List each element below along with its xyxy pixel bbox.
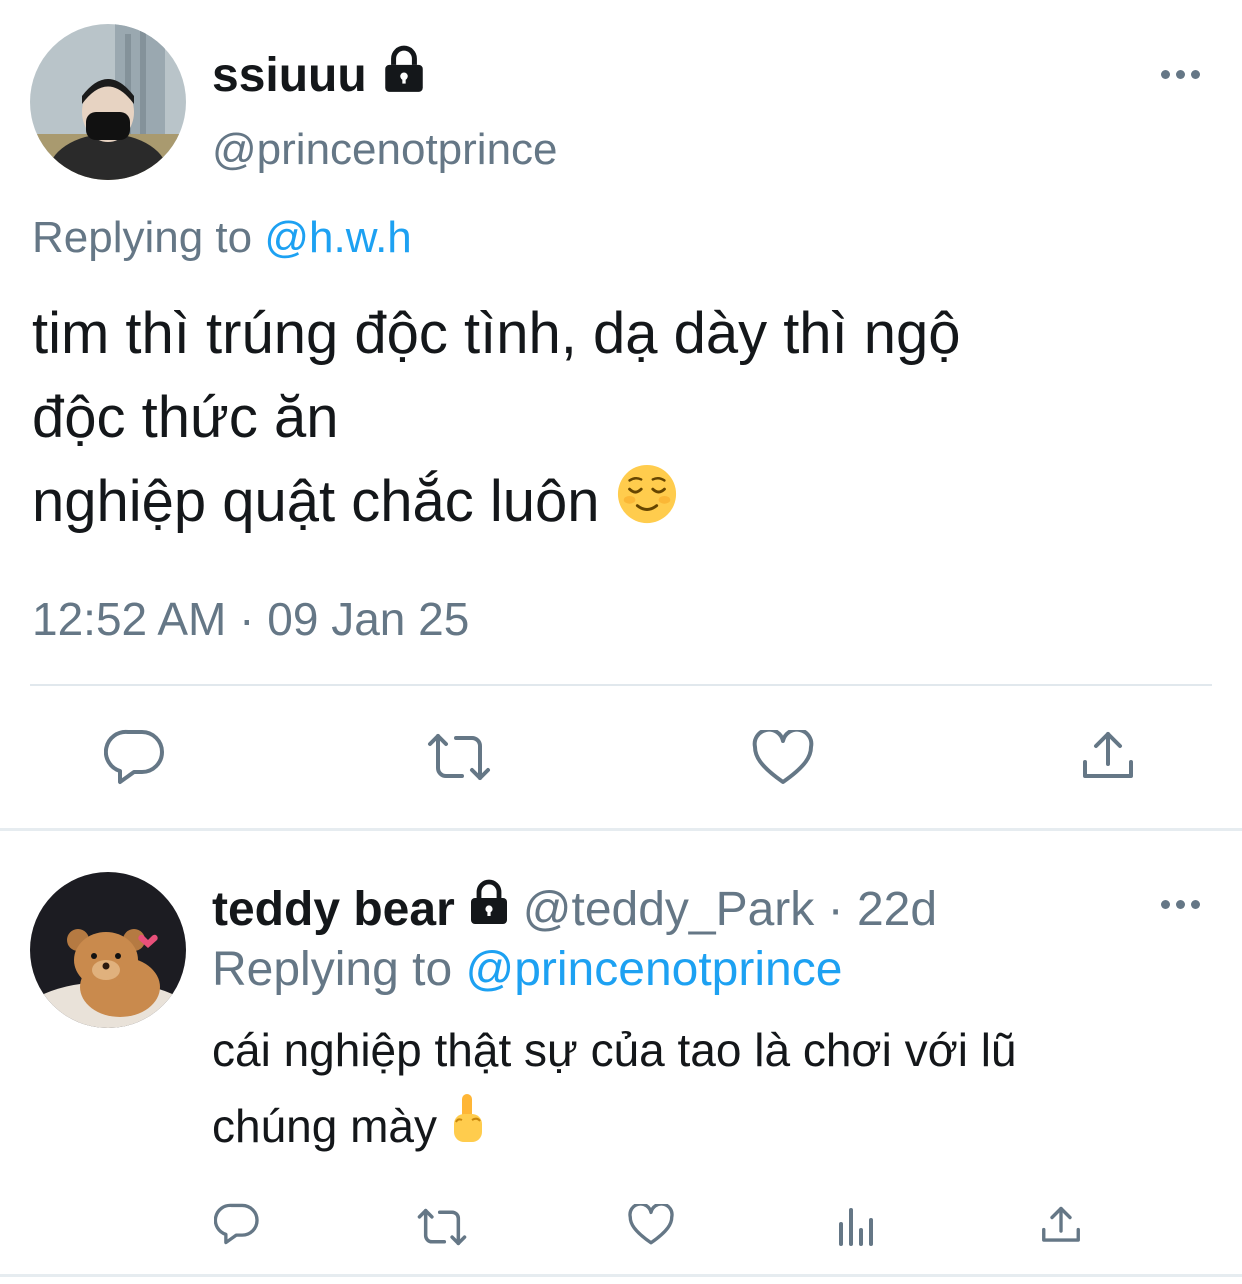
author-avatar[interactable] (30, 24, 186, 180)
reply-icon[interactable] (214, 1202, 260, 1246)
reply-text: cái nghiệp thật sự của tao là chơi với l… (212, 1012, 1017, 1168)
tweet-timestamp: 12:52 AM · 09 Jan 25 (32, 593, 470, 645)
analytics-icon[interactable] (836, 1204, 876, 1248)
replying-handle-link[interactable]: @h.w.h (264, 213, 411, 262)
reply-more-options-icon[interactable] (1161, 900, 1200, 909)
replying-to: Replying to @h.w.h (32, 212, 412, 264)
tweet-date: 09 Jan 25 (267, 593, 470, 645)
tweet-text-line: tim thì trúng độc tình, dạ dày thì ngộ (32, 301, 961, 366)
replying-prefix: Replying to (32, 213, 265, 262)
reply-author-display-name[interactable]: teddy bear (212, 880, 455, 940)
tweet-text: tim thì trúng độc tình, dạ dày thì ngộ đ… (32, 292, 961, 548)
tweet-text-line: nghiệp quật chắc luôn (32, 460, 961, 548)
reply-text-line: chúng mày (212, 1088, 1017, 1168)
lock-icon (379, 44, 429, 107)
reply-age: 22d (856, 882, 938, 936)
share-icon[interactable] (1040, 1204, 1082, 1246)
reply-header: teddy bear @teddy_Park · 22d (212, 878, 937, 941)
author-display-name[interactable]: ssiuuu (212, 48, 367, 104)
more-options-icon[interactable] (1161, 70, 1200, 79)
lock-icon (465, 878, 513, 941)
reply-author-avatar[interactable] (30, 872, 186, 1028)
replying-prefix: Replying to (212, 943, 466, 996)
author-handle[interactable]: @princenotprince (212, 124, 558, 176)
tweet-time: 12:52 AM (32, 593, 227, 645)
like-icon[interactable] (752, 730, 814, 786)
retweet-icon[interactable] (414, 1206, 470, 1248)
share-icon[interactable] (1080, 728, 1136, 784)
tweet-text-line: độc thức ăn (32, 385, 339, 450)
retweet-icon[interactable] (424, 730, 494, 784)
reply-replying-to: Replying to @princenotprince (212, 940, 842, 1000)
reply-icon[interactable] (104, 728, 166, 786)
divider (30, 684, 1212, 686)
author-name-row: ssiuuu (212, 44, 429, 107)
replying-handle-link[interactable]: @princenotprince (465, 943, 842, 996)
reply-author-handle[interactable]: @teddy_Park (523, 883, 815, 936)
reply-text-line: cái nghiệp thật sự của tao là chơi với l… (212, 1024, 1017, 1076)
like-icon[interactable] (628, 1204, 674, 1246)
relieved-face-icon (616, 463, 678, 548)
middle-finger-icon (450, 1092, 486, 1168)
section-divider (0, 1274, 1242, 1277)
section-divider (0, 828, 1242, 831)
